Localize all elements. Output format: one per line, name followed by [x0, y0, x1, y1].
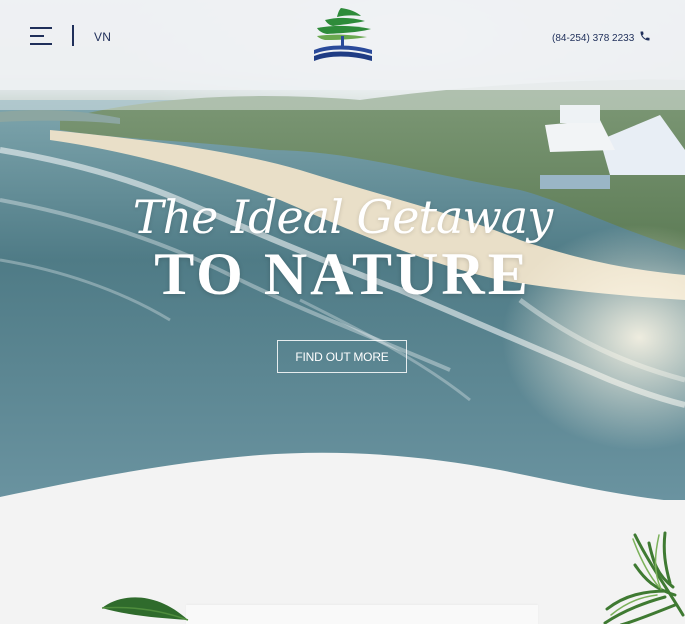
phone-number-link[interactable]: (84-254) 378 2233: [552, 33, 634, 44]
phone-icon[interactable]: [639, 30, 651, 42]
pine-tree-wave-logo[interactable]: [311, 6, 375, 62]
hamburger-menu-button[interactable]: [30, 26, 56, 46]
site-header: VN (84-254) 378 2233: [0, 0, 685, 80]
content-card: [186, 605, 538, 624]
menu-line: [30, 27, 52, 29]
hero-script-heading: The Ideal Getaway: [132, 190, 553, 244]
section-wave-divider: [0, 452, 685, 510]
language-switch-link[interactable]: VN: [94, 30, 111, 44]
palm-leaf-decoration: [603, 531, 685, 624]
hero-main-heading: TO NATURE: [154, 241, 531, 307]
header-divider: [72, 25, 74, 46]
find-out-more-button[interactable]: FIND OUT MORE: [277, 340, 407, 373]
tropical-leaf-decoration: [101, 597, 189, 621]
menu-line: [30, 43, 52, 45]
menu-line: [30, 35, 44, 37]
